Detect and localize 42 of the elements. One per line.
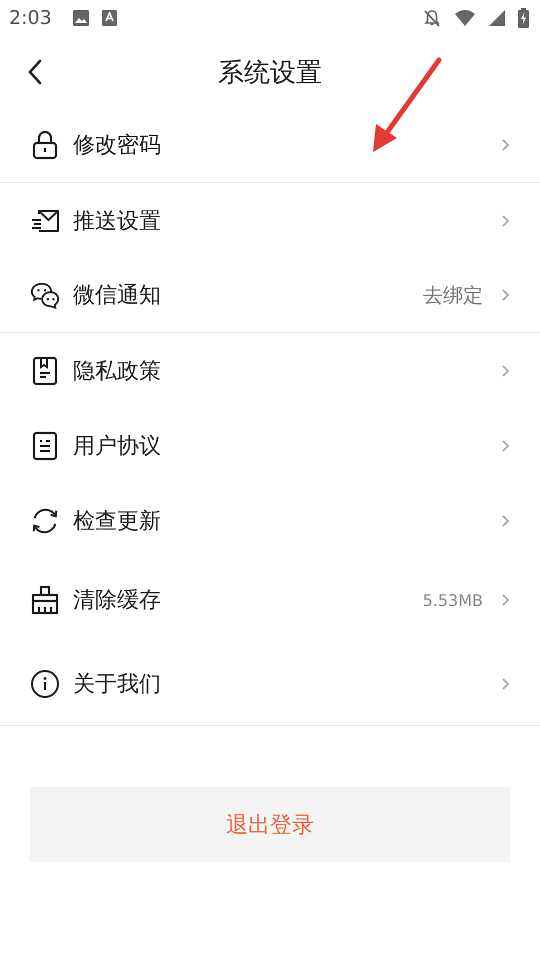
item-label: 隐私政策 [73,358,161,386]
battery-icon [518,8,529,28]
item-value: 去绑定 [423,282,483,308]
settings-item[interactable]: 隐私政策 [0,333,540,408]
chevron-right-icon [501,288,510,302]
settings-item[interactable]: 关于我们 [0,642,540,726]
refresh-icon [30,506,60,536]
wifi-icon [454,9,476,27]
image-icon [72,9,90,27]
brush-icon [30,585,60,615]
back-icon[interactable] [27,59,43,85]
chevron-right-icon [501,364,510,378]
lock-icon [30,130,60,160]
item-label: 用户协议 [73,432,161,460]
settings-item[interactable]: 用户协议 [0,408,540,483]
settings-item[interactable]: 检查更新 [0,483,540,558]
chevron-right-icon [501,138,510,152]
item-label: 微信通知 [73,282,161,310]
info-icon [30,668,60,698]
bell-off-icon [422,8,442,28]
settings-item[interactable]: 微信通知 去绑定 [0,258,540,333]
signal-icon [488,9,506,27]
chevron-right-icon [501,214,510,228]
bookmark-document-icon [30,356,60,386]
document-icon [30,430,60,460]
chevron-right-icon [501,676,510,690]
settings-item[interactable]: 清除缓存 5.53MB [0,558,540,642]
page-title: 系统设置 [218,56,322,90]
item-value: 5.53MB [422,590,483,610]
item-label: 推送设置 [73,208,161,236]
item-label: 修改密码 [73,132,161,160]
chat-bubbles-icon [30,280,60,310]
text-icon [102,10,117,26]
chevron-right-icon [501,514,510,528]
item-label: 清除缓存 [73,587,161,615]
chevron-right-icon [501,438,510,452]
item-label: 关于我们 [73,670,161,698]
status-time: 2:03 [9,7,52,29]
mail-icon [30,208,60,234]
settings-item[interactable]: 推送设置 [0,183,540,258]
item-label: 检查更新 [73,508,161,536]
chevron-right-icon [501,593,510,607]
